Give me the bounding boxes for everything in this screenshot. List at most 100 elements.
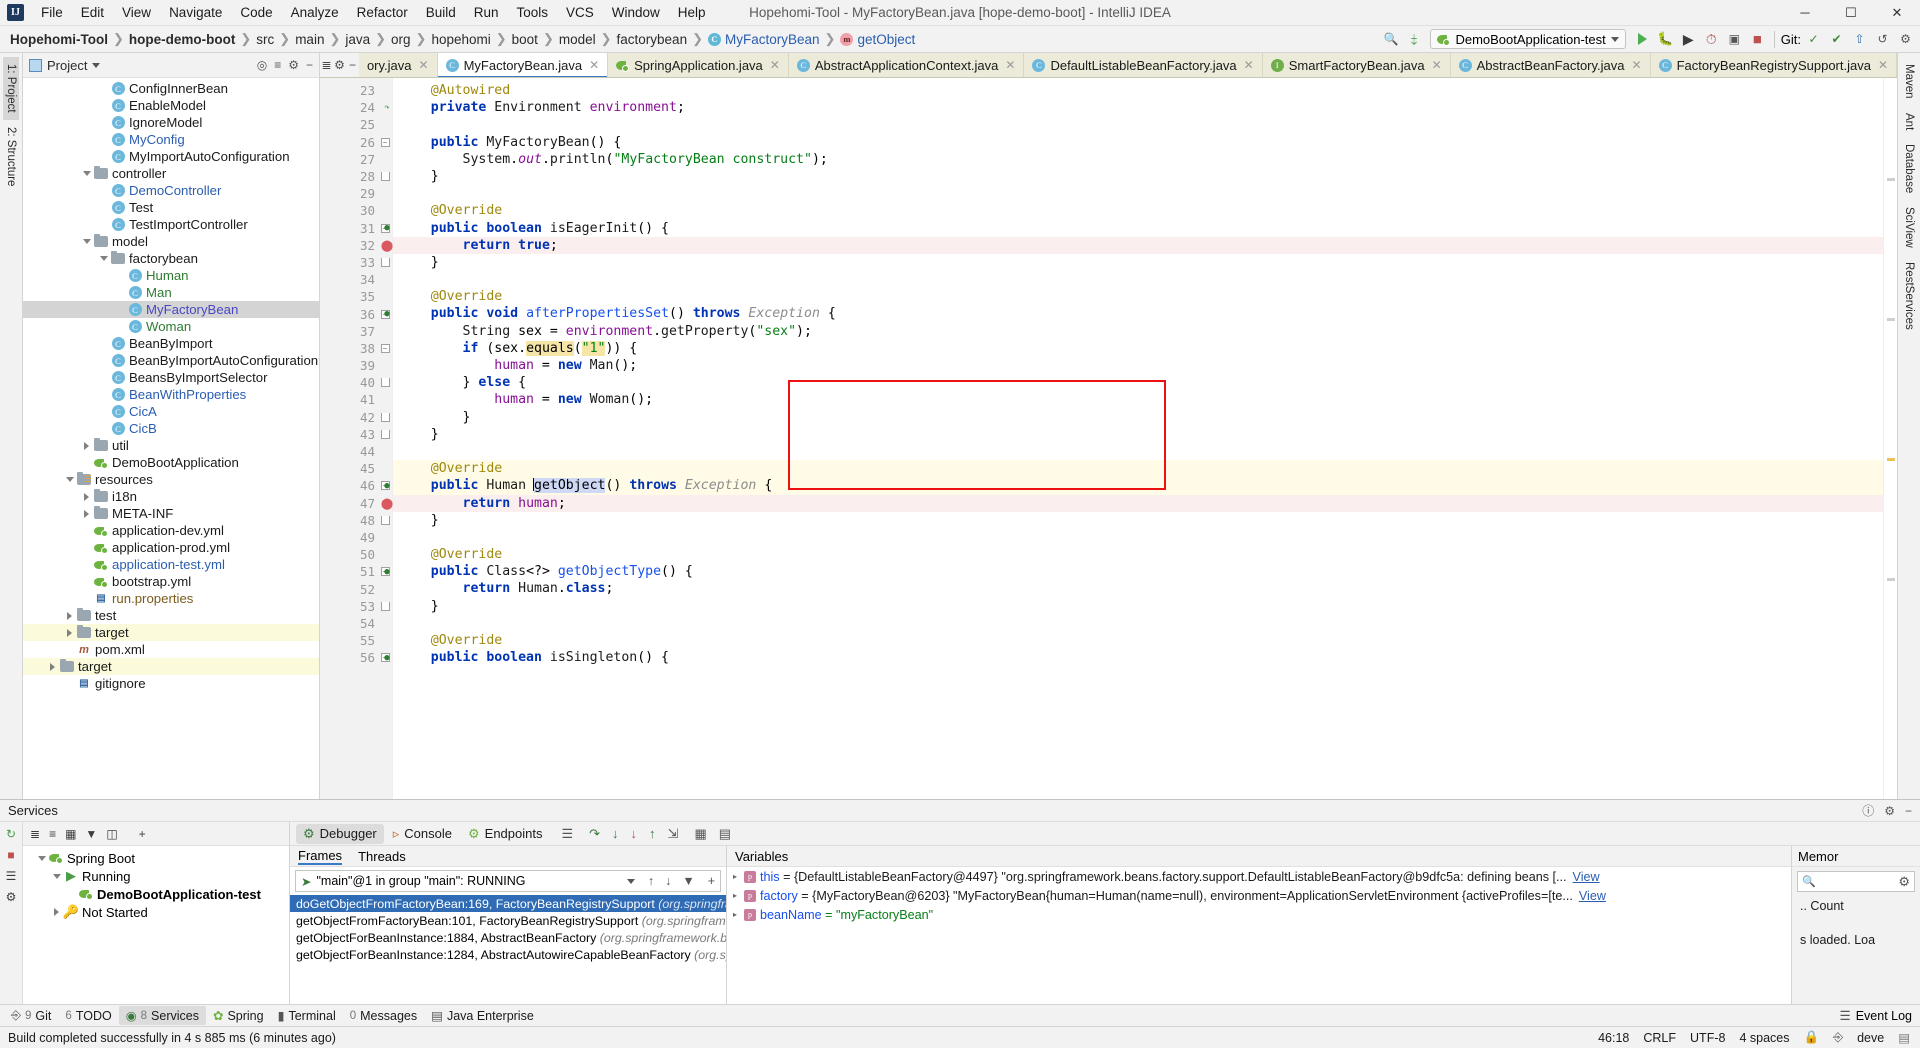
close-button[interactable]: ✕	[1874, 0, 1920, 26]
tree-node-beanbyimport[interactable]: C BeanByImport	[23, 335, 319, 352]
editor-tab-myfactorybean-java[interactable]: C MyFactoryBean.java ✕	[437, 53, 609, 77]
services-node-demobootapplication-test[interactable]: DemoBootApplication-test	[23, 885, 289, 903]
code-line-36[interactable]: public void afterPropertiesSet() throws …	[393, 305, 1883, 322]
menu-file[interactable]: File	[32, 2, 72, 23]
expand-arrow[interactable]: ▸	[733, 891, 744, 900]
expand-arrow[interactable]	[50, 873, 63, 879]
tab-endpoints[interactable]: ⚙ Endpoints	[461, 824, 549, 844]
code-line-29[interactable]	[393, 185, 1883, 202]
search-icon[interactable]: 🔍	[1380, 29, 1401, 50]
lock-icon[interactable]: 🔒	[1803, 1030, 1819, 1045]
code-line-46[interactable]: public Human getObject() throws Exceptio…	[393, 477, 1883, 495]
expand-arrow[interactable]	[50, 908, 63, 916]
run-with-coverage-button[interactable]: ▶	[1678, 29, 1699, 50]
gutter-line-52[interactable]: 52	[320, 580, 378, 597]
attach-button[interactable]: ▣	[1724, 29, 1745, 50]
tree-node-model[interactable]: model	[23, 233, 319, 250]
frame-row-1[interactable]: getObjectFromFactoryBean:101, FactoryBea…	[290, 912, 726, 929]
tab-console[interactable]: ▹ Console	[386, 824, 459, 844]
minimize-icon[interactable]: −	[1905, 804, 1912, 818]
gutter-line-27[interactable]: 27	[320, 151, 378, 168]
chevron-down-icon[interactable]	[626, 878, 635, 884]
stop-icon[interactable]: ■	[7, 848, 14, 862]
implementation-marker-icon[interactable]: ●	[380, 309, 394, 319]
breadcrumb-item-1[interactable]: hope-demo-boot	[125, 31, 239, 48]
gutter-line-23[interactable]: 23	[320, 82, 378, 99]
memory-indicator[interactable]: ▤	[1898, 1030, 1910, 1045]
thread-selector[interactable]: ➤ "main"@1 in group "main": RUNNING ↑ ↓ …	[295, 870, 721, 892]
gutter-line-35[interactable]: 35	[320, 288, 378, 305]
breadcrumb-item-8[interactable]: model	[555, 31, 600, 48]
expand-arrow[interactable]	[80, 171, 93, 176]
fold-end-icon[interactable]	[380, 378, 390, 388]
tree-node-factorybean[interactable]: factorybean	[23, 250, 319, 267]
code-line-37[interactable]: String sex = environment.getProperty("se…	[393, 323, 1883, 340]
gutter-line-45[interactable]: 45	[320, 460, 378, 477]
fold-marker-40[interactable]	[378, 374, 392, 391]
tree-node-democontroller[interactable]: C DemoController	[23, 182, 319, 199]
memory-search-input[interactable]	[1819, 874, 1895, 889]
breakpoint-icon[interactable]: ⬤	[380, 497, 394, 510]
gutter-line-25[interactable]: 25	[320, 116, 378, 133]
expand-arrow[interactable]	[63, 611, 76, 620]
gutter-line-38[interactable]: 38	[320, 340, 378, 357]
tab-list-icon[interactable]: ≣	[320, 53, 333, 77]
gutter-line-44[interactable]: 44	[320, 443, 378, 460]
tree-node-i18n[interactable]: i18n	[23, 488, 319, 505]
close-tab-icon[interactable]: ✕	[1244, 58, 1254, 72]
expand-arrow[interactable]	[80, 441, 93, 450]
gutter-line-26[interactable]: 26	[320, 134, 378, 151]
help-icon[interactable]: ⓘ	[1862, 802, 1874, 819]
close-tab-icon[interactable]: ✕	[770, 58, 780, 72]
stop-button[interactable]: ■	[1747, 29, 1768, 50]
tree-node-bootstrap-yml[interactable]: bootstrap.yml	[23, 573, 319, 590]
code-line-52[interactable]: return Human.class;	[393, 580, 1883, 597]
maximize-button[interactable]: ☐	[1828, 0, 1874, 26]
gutter-line-30[interactable]: 30	[320, 202, 378, 219]
menu-window[interactable]: Window	[603, 2, 669, 23]
gutter-line-36[interactable]: 36 ●	[320, 305, 390, 322]
code-line-45[interactable]: @Override	[393, 460, 1883, 478]
gutter-line-47[interactable]: 47 ⬤	[320, 495, 393, 512]
tree-node-enablemodel[interactable]: C EnableModel	[23, 97, 319, 114]
implementation-marker-icon[interactable]: ●	[380, 653, 394, 663]
menu-vcs[interactable]: VCS	[557, 2, 603, 23]
collapse-all-icon[interactable]: ≡	[274, 58, 281, 72]
breadcrumb-item-9[interactable]: factorybean	[613, 31, 692, 48]
tab-debugger[interactable]: ⚙ Debugger	[296, 823, 384, 844]
profiler-button[interactable]: ⏱	[1701, 29, 1722, 50]
close-tab-icon[interactable]: ✕	[1878, 58, 1888, 72]
debug-button[interactable]: 🐛	[1655, 29, 1676, 50]
tree-node-meta-inf[interactable]: META-INF	[23, 505, 319, 522]
fold-collapse-icon[interactable]: −	[380, 137, 390, 147]
rail-item-database[interactable]: Database	[1901, 137, 1917, 200]
implementation-marker-icon[interactable]: ●	[380, 223, 394, 233]
editor-tab-factorybeanregistrysupport-java[interactable]: C FactoryBeanRegistrySupport.java ✕	[1650, 53, 1897, 77]
override-marker-icon[interactable]: ↷	[380, 103, 394, 113]
indent-setting[interactable]: 4 spaces	[1739, 1031, 1789, 1045]
memory-search[interactable]: 🔍 ⚙	[1797, 871, 1915, 892]
tree-node-resources[interactable]: resources	[23, 471, 319, 488]
gutter-line-29[interactable]: 29	[320, 185, 378, 202]
file-encoding[interactable]: UTF-8	[1690, 1031, 1725, 1045]
variable-row-beanName[interactable]: ▸ p beanName = "myFactoryBean"	[727, 905, 1791, 924]
gutter-line-24[interactable]: 24 ↷	[320, 99, 390, 116]
tree-node-myfactorybean[interactable]: C MyFactoryBean	[23, 301, 319, 318]
tree-node-configinnerbean[interactable]: C ConfigInnerBean	[23, 80, 319, 97]
gutter-line-53[interactable]: 53	[320, 598, 378, 615]
menu-code[interactable]: Code	[231, 2, 281, 23]
frame-down-icon[interactable]: ↓	[665, 874, 671, 888]
expand-arrow[interactable]	[80, 239, 93, 244]
error-stripe-markers[interactable]	[1883, 78, 1897, 799]
breadcrumb-item-0[interactable]: Hopehomi-Tool	[6, 31, 112, 48]
tab-threads[interactable]: Threads	[358, 849, 406, 864]
code-line-35[interactable]: @Override	[393, 288, 1883, 305]
gutter-line-48[interactable]: 48	[320, 512, 378, 529]
tree-node-application-prod-yml[interactable]: application-prod.yml	[23, 539, 319, 556]
menu-navigate[interactable]: Navigate	[160, 2, 231, 23]
fold-end-icon[interactable]	[380, 412, 390, 422]
frame-row-2[interactable]: getObjectForBeanInstance:1884, AbstractB…	[290, 929, 726, 946]
variable-row-this[interactable]: ▸ p this = {DefaultListableBeanFactory@449…	[727, 867, 1791, 886]
expand-arrow[interactable]	[97, 256, 110, 261]
close-tab-icon[interactable]: ✕	[419, 58, 429, 72]
